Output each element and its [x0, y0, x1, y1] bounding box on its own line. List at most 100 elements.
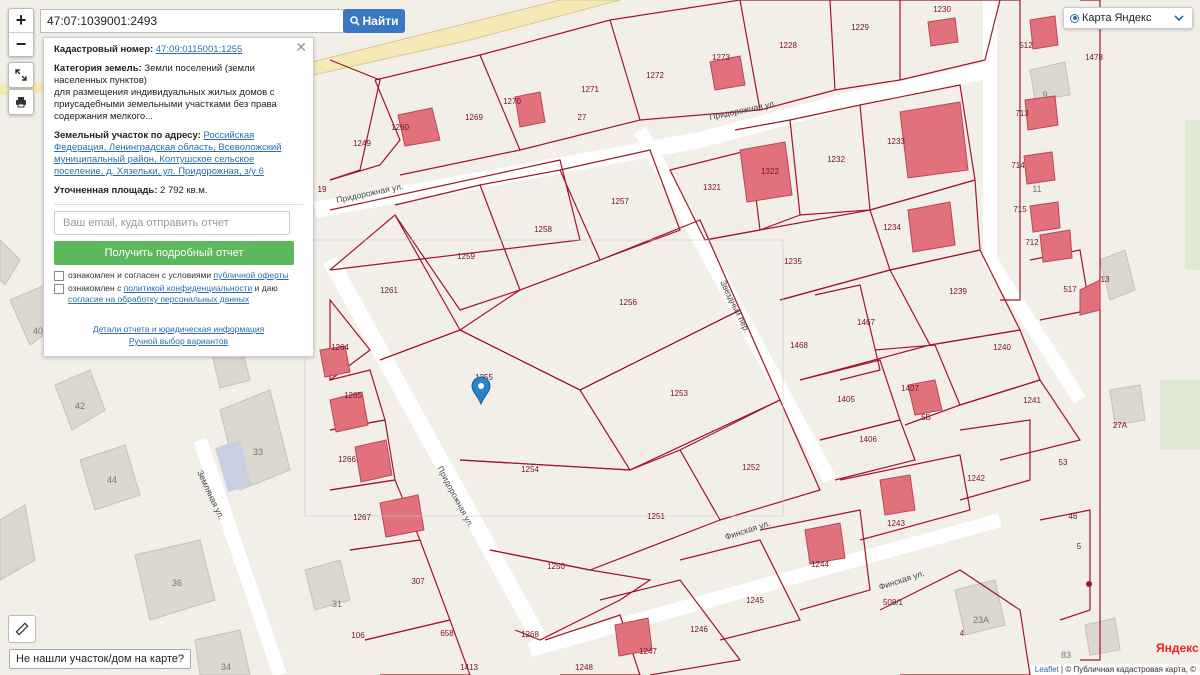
privacy-consent-checkbox[interactable]: ознакомлен с политикой конфиденциальност… — [54, 283, 303, 305]
parcel-number-label[interactable]: 1241 — [1023, 396, 1041, 405]
parcel-number-label[interactable]: 1265 — [344, 391, 362, 400]
parcel-number-label[interactable]: 27А — [1113, 421, 1128, 430]
yandex-logo: Яндекс — [1156, 641, 1199, 655]
house-number-label: 83 — [1061, 650, 1071, 660]
privacy-policy-link[interactable]: политикой конфиденциальности — [124, 283, 253, 293]
parcel-number-label[interactable]: 1234 — [883, 223, 901, 232]
parcel-number-label[interactable]: 1269 — [465, 113, 483, 122]
checkbox-icon[interactable] — [54, 284, 64, 294]
parcel-number-label[interactable]: 1413 — [460, 663, 478, 672]
parcel-number-label[interactable]: 53 — [1059, 458, 1068, 467]
parcel-number-label[interactable]: 714 — [1011, 161, 1025, 170]
parcel-number-label[interactable]: 5 — [1077, 542, 1082, 551]
parcel-number-label[interactable]: 1267 — [353, 513, 371, 522]
parcel-number-label[interactable]: 1228 — [779, 41, 797, 50]
chevron-down-icon — [1174, 15, 1184, 21]
parcel-number-label[interactable]: 658 — [440, 629, 454, 638]
not-found-button[interactable]: Не нашли участок/дом на карте? — [9, 649, 192, 669]
parcel-number-label[interactable]: 1253 — [670, 389, 688, 398]
parcel-number-label[interactable]: 1405 — [837, 395, 855, 404]
zoom-out-button[interactable]: − — [9, 32, 33, 56]
house-number-label: 9 — [1042, 90, 1047, 100]
parcel-number-label[interactable]: 712 — [1025, 238, 1039, 247]
parcel-number-label[interactable]: 1261 — [380, 286, 398, 295]
zoom-in-button[interactable]: + — [9, 9, 33, 32]
email-field[interactable]: Ваш email, куда отправить отчет — [54, 211, 290, 235]
parcel-number-label[interactable]: 1247 — [639, 647, 657, 656]
parcel-number-label[interactable]: 1229 — [851, 23, 869, 32]
leaflet-link[interactable]: Leaflet — [1035, 665, 1059, 674]
parcel-number-label[interactable]: 1235 — [784, 257, 802, 266]
parcel-number-label[interactable]: 1266 — [338, 455, 356, 464]
parcel-number-label[interactable]: 1321 — [703, 183, 721, 192]
checkbox-icon[interactable] — [54, 271, 64, 281]
parcel-number-label[interactable]: 13 — [1101, 275, 1110, 284]
parcel-number-label[interactable]: 46 — [1069, 512, 1078, 521]
parcel-number-label[interactable]: 1322 — [761, 167, 779, 176]
attribution-separator: | © — [1058, 665, 1074, 674]
parcel-number-label[interactable]: 1468 — [790, 341, 808, 350]
parcel-number-label[interactable]: 1244 — [811, 560, 829, 569]
parcel-number-label[interactable]: 1249 — [353, 139, 371, 148]
search-button[interactable]: Найти — [343, 9, 405, 33]
parcel-number-label[interactable]: 27 — [578, 113, 587, 122]
parcel-number-label[interactable]: 1248 — [575, 663, 593, 672]
parcel-number-label[interactable]: 1243 — [887, 519, 905, 528]
parcel-number-label[interactable]: 19 — [318, 185, 327, 194]
parcel-number-label[interactable]: 1257 — [611, 197, 629, 206]
parcel-number-label[interactable]: 713 — [1015, 109, 1029, 118]
get-report-button[interactable]: Получить подробный отчет — [54, 241, 294, 265]
cadastral-search-input[interactable]: 47:07:1039001:2493 — [40, 9, 344, 33]
parcel-number-label[interactable]: 1230 — [933, 5, 951, 14]
parcel-number-label[interactable]: 1232 — [827, 155, 845, 164]
parcel-number-label[interactable]: 307 — [411, 577, 425, 586]
parcel-number-label[interactable]: 715 — [1013, 205, 1027, 214]
parcel-number-label[interactable]: 1478 — [1085, 53, 1103, 62]
parcel-number-label[interactable]: 1240 — [993, 343, 1011, 352]
parcel-number-label[interactable]: 1272 — [646, 71, 664, 80]
parcel-number-label[interactable]: 1252 — [742, 463, 760, 472]
data-processing-link[interactable]: согласие на обработку персональных данны… — [68, 294, 249, 304]
parcel-number-label[interactable]: 1239 — [949, 287, 967, 296]
ruler-icon[interactable] — [8, 615, 36, 643]
parcel-number-label[interactable]: 1273 — [712, 53, 730, 62]
parcel-number-label[interactable]: 1250 — [547, 562, 565, 571]
parcel-number-label[interactable]: 1251 — [647, 512, 665, 521]
parcel-number-label[interactable]: 1258 — [534, 225, 552, 234]
report-details-link[interactable]: Детали отчета и юридическая информация — [93, 324, 264, 334]
cad-number-link[interactable]: 47:09:0115001:1255 — [156, 44, 242, 55]
print-icon[interactable] — [8, 89, 34, 115]
parcel-number-label[interactable]: 1245 — [746, 596, 764, 605]
house-number-label: 34 — [221, 662, 231, 672]
house-number-label: 44 — [107, 475, 117, 485]
parcel-number-label[interactable]: 1259 — [457, 252, 475, 261]
parcel-number-label[interactable]: 1270 — [503, 97, 521, 106]
parcel-number-label[interactable]: 1407 — [901, 384, 919, 393]
public-offer-link[interactable]: публичной оферты — [214, 270, 289, 280]
house-number-label: 23А — [973, 615, 989, 625]
parcel-number-label[interactable]: 1467 — [857, 318, 875, 327]
divider — [54, 204, 303, 205]
parcel-number-label[interactable]: 517 — [1063, 285, 1077, 294]
parcel-number-label[interactable]: 106 — [351, 631, 365, 640]
parcel-number-label[interactable]: 1271 — [581, 85, 599, 94]
parcel-number-label[interactable]: 1233 — [887, 137, 905, 146]
parcel-number-label[interactable]: 1268 — [521, 630, 539, 639]
parcel-number-label[interactable]: 1264 — [331, 343, 349, 352]
parcel-number-label[interactable]: 1246 — [690, 625, 708, 634]
offer-consent-checkbox[interactable]: ознакомлен и согласен с условиями публич… — [54, 270, 303, 281]
parcel-number-label[interactable]: 1406 — [859, 435, 877, 444]
fullscreen-icon[interactable] — [8, 62, 34, 88]
close-icon[interactable]: ✕ — [295, 40, 307, 54]
parcel-number-label[interactable]: 1260 — [391, 123, 409, 132]
parcel-number-label[interactable]: 4 — [960, 629, 965, 638]
parcel-number-label[interactable]: 508/1 — [883, 598, 904, 607]
parcel-number-label[interactable]: 1242 — [967, 474, 985, 483]
parcel-number-label[interactable]: 5Б — [921, 413, 931, 422]
map-layer-select[interactable]: Карта Яндекс — [1063, 7, 1193, 29]
parcel-number-label[interactable]: 1256 — [619, 298, 637, 307]
parcel-number-label[interactable]: 512 — [1019, 41, 1033, 50]
manual-select-link[interactable]: Ручной выбор вариантов — [129, 336, 228, 346]
parcel-number-label[interactable]: 1254 — [521, 465, 539, 474]
house-number-label: 31 — [332, 599, 342, 609]
